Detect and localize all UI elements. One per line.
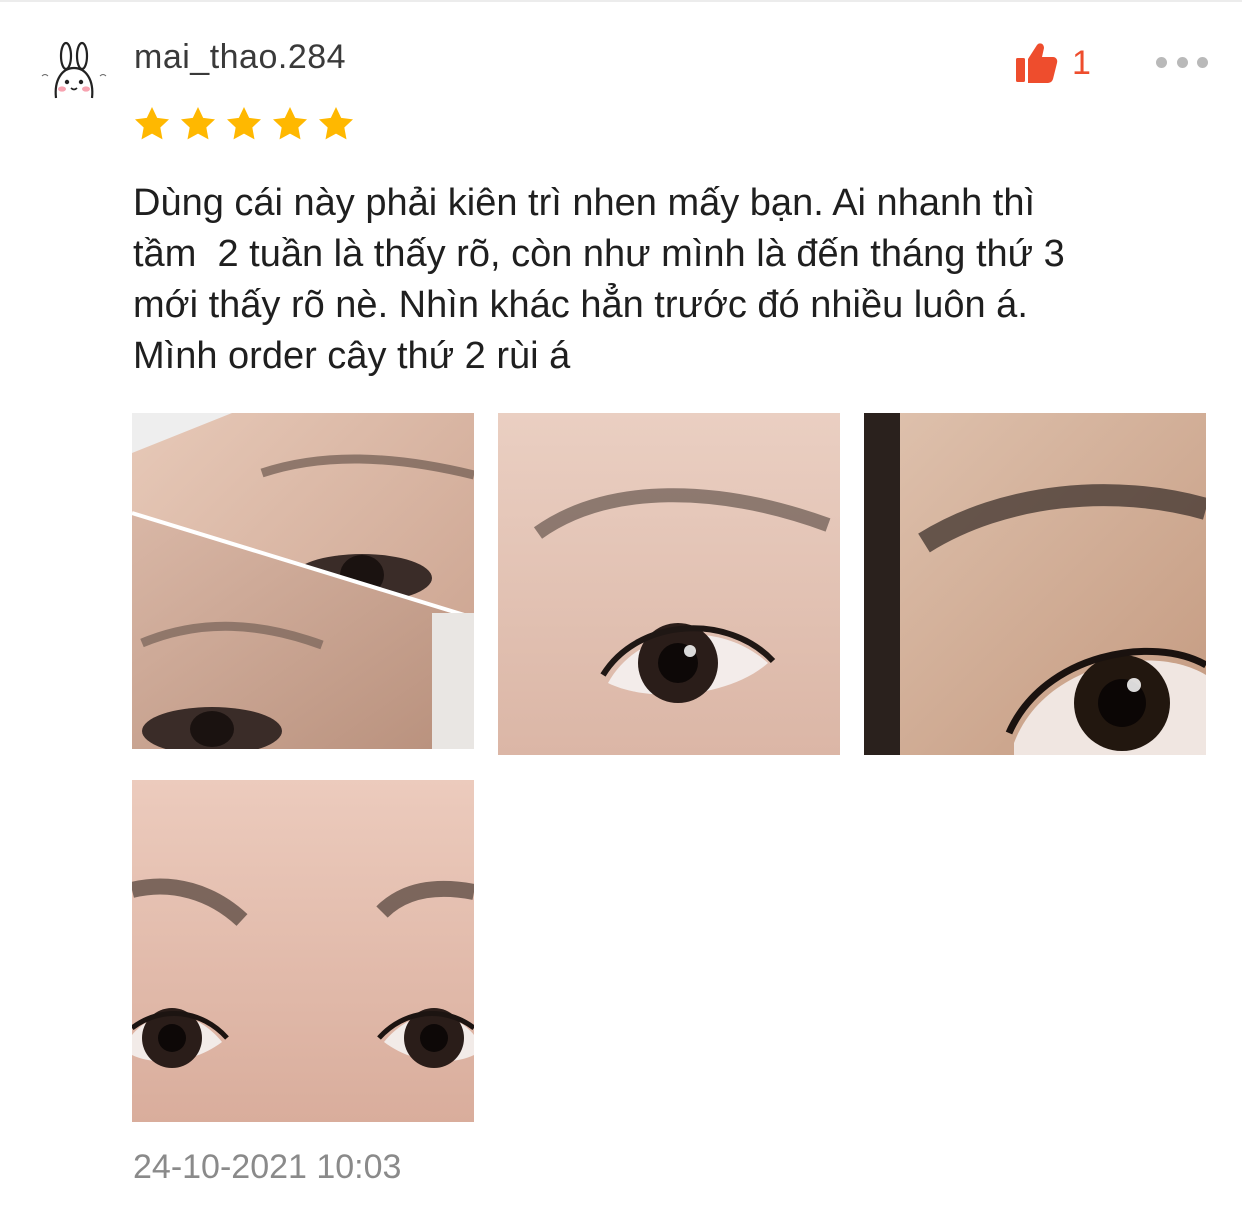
user-avatar[interactable] (38, 40, 110, 112)
more-options-button[interactable] (1156, 52, 1208, 72)
star-icon (227, 107, 261, 140)
bunny-avatar-icon (39, 41, 109, 111)
review-timestamp: 24-10-2021 10:03 (133, 1148, 402, 1186)
star-icon (135, 107, 169, 140)
top-divider (0, 0, 1242, 2)
review-text: Dùng cái này phải kiên trì nhen mấy bạn.… (133, 182, 1065, 377)
review-photo-1[interactable] (132, 413, 474, 749)
username[interactable]: mai_thao.284 (134, 38, 346, 77)
review-photo-2[interactable] (498, 413, 840, 755)
star-rating (132, 104, 356, 144)
like-button[interactable]: 1 (1014, 40, 1091, 86)
like-count: 1 (1072, 43, 1091, 82)
thumbs-up-icon (1016, 43, 1058, 83)
star-icon (273, 107, 307, 140)
more-dots-icon (1156, 56, 1167, 68)
review-photo-4[interactable] (132, 780, 474, 1122)
review-photo-3[interactable] (864, 413, 1206, 755)
star-icon (319, 107, 353, 140)
star-icon (181, 107, 215, 140)
